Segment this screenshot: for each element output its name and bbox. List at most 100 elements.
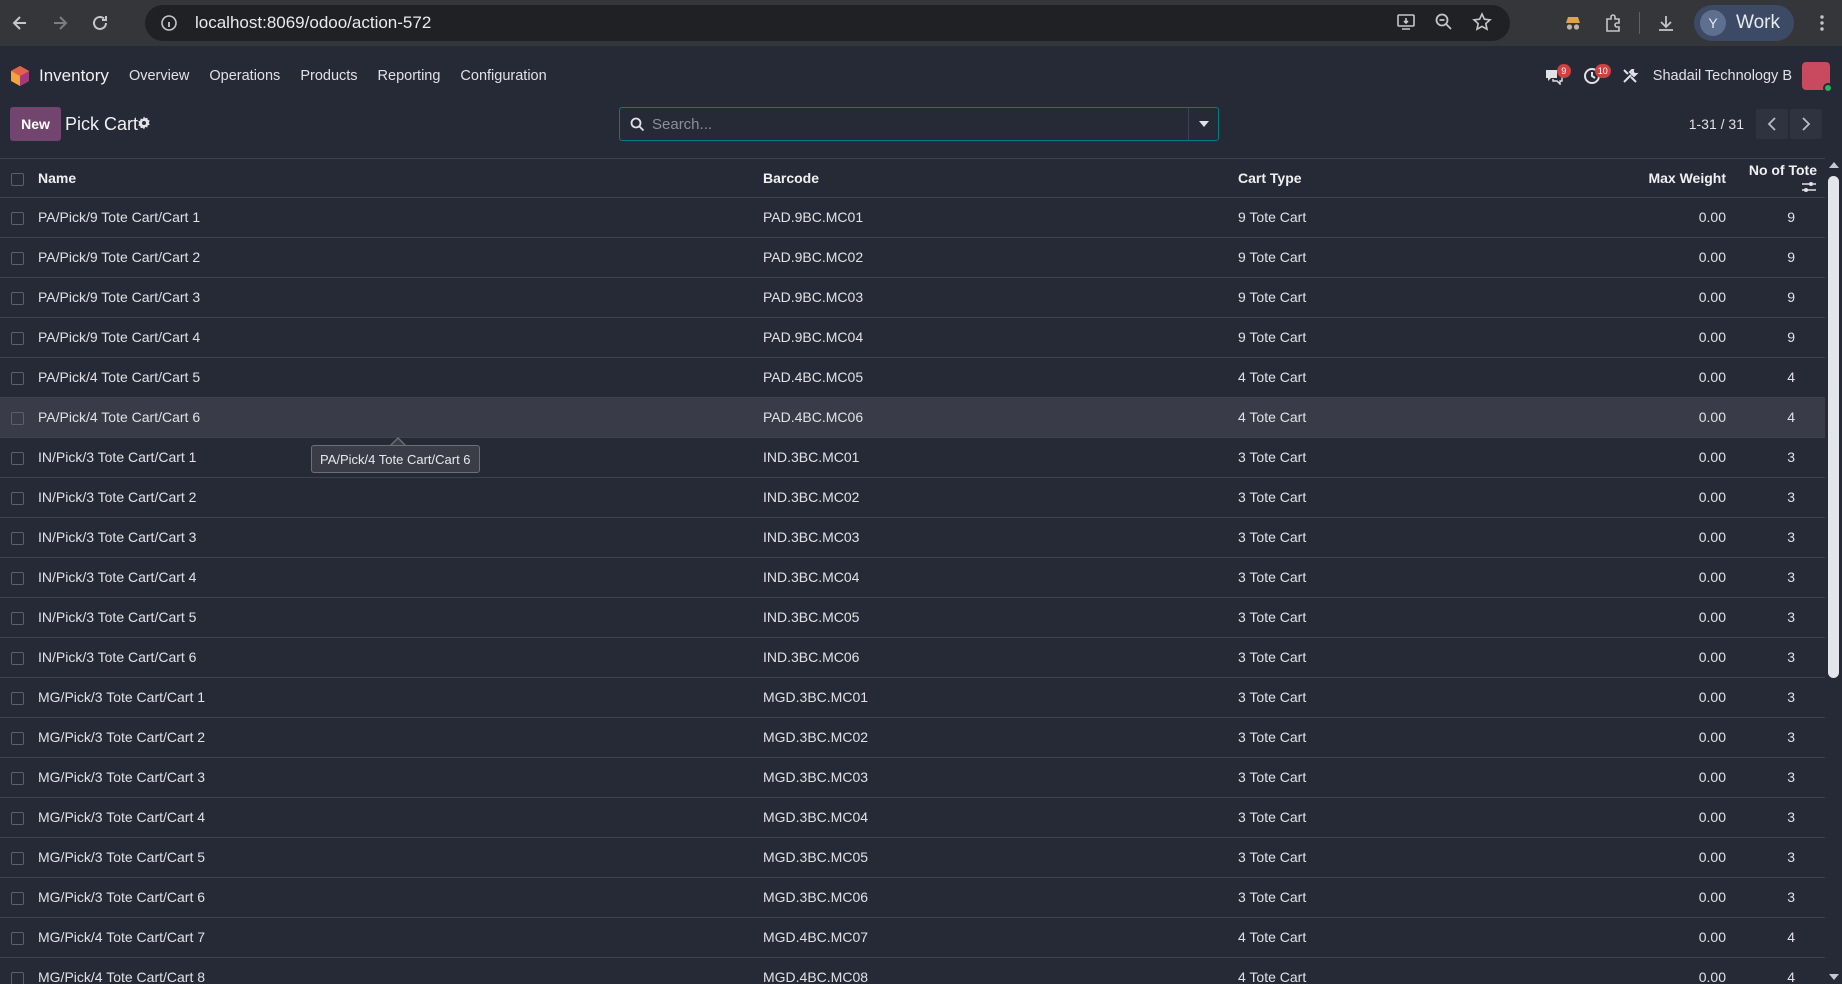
cell-name[interactable]: MG/Pick/4 Tote Cart/Cart 8 [38, 957, 763, 984]
search-input[interactable] [652, 108, 1188, 140]
table-row[interactable]: PA/Pick/4 Tote Cart/Cart 5 PAD.4BC.MC05 4 … [0, 357, 1825, 398]
cell-barcode[interactable]: MGD.3BC.MC02 [763, 717, 1238, 758]
cell-no-of-tote[interactable]: 3 [1726, 557, 1825, 598]
cell-no-of-tote[interactable]: 3 [1726, 797, 1825, 838]
table-row[interactable]: MG/Pick/4 Tote Cart/Cart 7 MGD.4BC.MC07 4 … [0, 917, 1825, 958]
gear-icon[interactable] [137, 116, 151, 133]
table-row[interactable]: IN/Pick/3 Tote Cart/Cart 5 IND.3BC.MC05 3 … [0, 597, 1825, 638]
cell-cart-type[interactable]: 3 Tote Cart [1238, 517, 1638, 558]
cell-cart-type[interactable]: 9 Tote Cart [1238, 277, 1638, 318]
row-checkbox[interactable] [11, 291, 24, 305]
table-row[interactable]: PA/Pick/9 Tote Cart/Cart 3 PAD.9BC.MC03 9 … [0, 277, 1825, 318]
cell-cart-type[interactable]: 9 Tote Cart [1238, 317, 1638, 358]
row-checkbox[interactable] [11, 891, 24, 905]
install-app-icon[interactable] [1396, 12, 1416, 35]
pager-previous-button[interactable] [1756, 109, 1788, 139]
table-row[interactable]: IN/Pick/3 Tote Cart/Cart 3 IND.3BC.MC03 3 … [0, 517, 1825, 558]
cell-no-of-tote[interactable]: 3 [1726, 717, 1825, 758]
cell-no-of-tote[interactable]: 3 [1726, 477, 1825, 518]
cell-barcode[interactable]: PAD.9BC.MC04 [763, 317, 1238, 358]
cell-cart-type[interactable]: 3 Tote Cart [1238, 797, 1638, 838]
cell-barcode[interactable]: PAD.4BC.MC05 [763, 357, 1238, 398]
cell-max-weight[interactable]: 0.00 [1638, 237, 1726, 278]
cell-no-of-tote[interactable]: 4 [1726, 957, 1825, 984]
cell-name[interactable]: IN/Pick/3 Tote Cart/Cart 6 [38, 637, 763, 678]
cell-max-weight[interactable]: 0.00 [1638, 317, 1726, 358]
cell-name[interactable]: IN/Pick/3 Tote Cart/Cart 3 [38, 517, 763, 558]
cell-name[interactable]: PA/Pick/9 Tote Cart/Cart 2 [38, 237, 763, 278]
cell-max-weight[interactable]: 0.00 [1638, 437, 1726, 478]
cell-barcode[interactable]: IND.3BC.MC06 [763, 637, 1238, 678]
select-all-checkbox[interactable] [11, 172, 24, 186]
cell-name[interactable]: IN/Pick/3 Tote Cart/Cart 4 [38, 557, 763, 598]
cell-max-weight[interactable]: 0.00 [1638, 757, 1726, 798]
cell-max-weight[interactable]: 0.00 [1638, 397, 1726, 438]
url-text[interactable]: localhost:8069/odoo/action-572 [195, 13, 431, 33]
row-checkbox[interactable] [11, 251, 24, 265]
reload-button[interactable] [80, 0, 120, 46]
cell-max-weight[interactable]: 0.00 [1638, 637, 1726, 678]
cell-barcode[interactable]: IND.3BC.MC04 [763, 557, 1238, 598]
cell-name[interactable]: MG/Pick/3 Tote Cart/Cart 4 [38, 797, 763, 838]
cell-name[interactable]: IN/Pick/3 Tote Cart/Cart 2 [38, 477, 763, 518]
row-checkbox[interactable] [11, 371, 24, 385]
cell-cart-type[interactable]: 4 Tote Cart [1238, 957, 1638, 984]
cell-no-of-tote[interactable]: 3 [1726, 517, 1825, 558]
cell-cart-type[interactable]: 3 Tote Cart [1238, 597, 1638, 638]
cell-barcode[interactable]: IND.3BC.MC01 [763, 437, 1238, 478]
menu-configuration[interactable]: Configuration [450, 46, 556, 106]
row-checkbox[interactable] [11, 451, 24, 465]
table-row[interactable]: IN/Pick/3 Tote Cart/Cart 1 IND.3BC.MC01 3 … [0, 437, 1825, 478]
cell-no-of-tote[interactable]: 3 [1726, 637, 1825, 678]
cell-name[interactable]: PA/Pick/9 Tote Cart/Cart 4 [38, 317, 763, 358]
profile-button[interactable]: Y Work [1694, 5, 1794, 41]
table-row[interactable]: MG/Pick/3 Tote Cart/Cart 1 MGD.3BC.MC01 3 … [0, 677, 1825, 718]
cell-max-weight[interactable]: 0.00 [1638, 357, 1726, 398]
cell-no-of-tote[interactable]: 3 [1726, 597, 1825, 638]
browser-menu-icon[interactable] [1802, 0, 1842, 46]
cell-no-of-tote[interactable]: 3 [1726, 437, 1825, 478]
cell-no-of-tote[interactable]: 4 [1726, 357, 1825, 398]
row-checkbox[interactable] [11, 771, 24, 785]
cell-max-weight[interactable]: 0.00 [1638, 717, 1726, 758]
search-options-toggle[interactable] [1188, 108, 1218, 140]
table-row[interactable]: IN/Pick/3 Tote Cart/Cart 2 IND.3BC.MC02 3 … [0, 477, 1825, 518]
row-checkbox[interactable] [11, 571, 24, 585]
cell-no-of-tote[interactable]: 4 [1726, 397, 1825, 438]
row-checkbox[interactable] [11, 851, 24, 865]
cell-name[interactable]: MG/Pick/3 Tote Cart/Cart 5 [38, 837, 763, 878]
cell-cart-type[interactable]: 4 Tote Cart [1238, 357, 1638, 398]
row-checkbox[interactable] [11, 971, 24, 984]
row-checkbox[interactable] [11, 491, 24, 505]
cell-barcode[interactable]: MGD.4BC.MC07 [763, 917, 1238, 958]
row-checkbox[interactable] [11, 691, 24, 705]
menu-operations[interactable]: Operations [199, 46, 290, 106]
row-checkbox[interactable] [11, 811, 24, 825]
cell-max-weight[interactable]: 0.00 [1638, 917, 1726, 958]
site-info-icon[interactable] [151, 5, 187, 41]
row-checkbox[interactable] [11, 931, 24, 945]
cell-barcode[interactable]: MGD.3BC.MC04 [763, 797, 1238, 838]
menu-reporting[interactable]: Reporting [368, 46, 451, 106]
column-header-max-weight[interactable]: Max Weight [1638, 159, 1726, 198]
table-row[interactable]: PA/Pick/4 Tote Cart/Cart 6 PAD.4BC.MC06 4 … [0, 397, 1825, 438]
cell-name[interactable]: MG/Pick/3 Tote Cart/Cart 6 [38, 877, 763, 918]
cell-cart-type[interactable]: 3 Tote Cart [1238, 477, 1638, 518]
cell-max-weight[interactable]: 0.00 [1638, 597, 1726, 638]
table-row[interactable]: PA/Pick/9 Tote Cart/Cart 4 PAD.9BC.MC04 9 … [0, 317, 1825, 358]
optional-columns-icon[interactable] [1801, 180, 1817, 194]
bookmark-star-icon[interactable] [1472, 11, 1492, 35]
menu-overview[interactable]: Overview [119, 46, 199, 106]
table-row[interactable]: IN/Pick/3 Tote Cart/Cart 6 IND.3BC.MC06 3 … [0, 637, 1825, 678]
cell-name[interactable]: PA/Pick/9 Tote Cart/Cart 1 [38, 197, 763, 238]
cell-max-weight[interactable]: 0.00 [1638, 517, 1726, 558]
cell-max-weight[interactable]: 0.00 [1638, 557, 1726, 598]
cell-barcode[interactable]: PAD.9BC.MC03 [763, 277, 1238, 318]
column-header-barcode[interactable]: Barcode [763, 159, 1238, 198]
cell-no-of-tote[interactable]: 3 [1726, 877, 1825, 918]
cell-barcode[interactable]: PAD.9BC.MC01 [763, 197, 1238, 238]
incognito-extension-icon[interactable] [1553, 0, 1593, 46]
cell-cart-type[interactable]: 3 Tote Cart [1238, 837, 1638, 878]
cell-cart-type[interactable]: 3 Tote Cart [1238, 557, 1638, 598]
extensions-icon[interactable] [1593, 0, 1633, 46]
